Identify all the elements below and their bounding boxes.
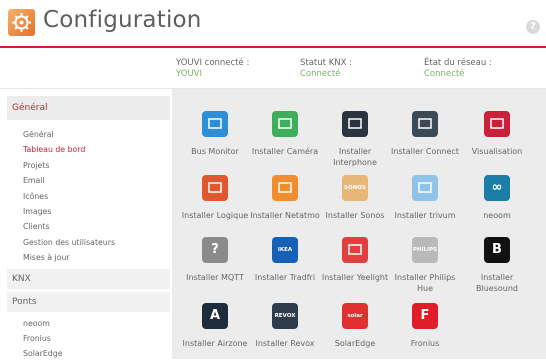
sidebar-item-email[interactable]: Email [7,173,170,188]
app-tile-label: Installer Philips Hue [394,273,456,293]
sidebar-item-icons[interactable]: Icônes [7,189,170,204]
camera-icon [272,111,298,137]
app-tile[interactable]: PHILIPS Installer Philips Hue [388,237,462,294]
sidebar-item-fronius[interactable]: Fronius [7,331,170,346]
app-tile[interactable]: Visualisation [460,111,534,157]
app-tile-label: Installer Tradfri [254,273,316,282]
status-knx: Statut KNX : Connecté [300,58,352,80]
visualisation-icon [484,111,510,137]
app-tile[interactable]: SONOS Installer Sonos [318,175,392,221]
icon-glyph: ? [211,242,219,257]
app-tile-label: Installer Interphone [333,147,377,167]
sidebar-item-images[interactable]: Images [7,204,170,219]
page-title: Configuration [43,7,202,33]
question-icon: ? [202,237,228,263]
app-tile-label: SolarEdge [334,339,376,348]
app-tile-label: Installer Connect [391,147,459,156]
sidebar-section-bridges[interactable]: Ponts [7,291,170,312]
sidebar-item-dashboard[interactable]: Tableau de bord [7,142,170,157]
app-tile[interactable]: Installer Yeelight [318,237,392,283]
app-tile[interactable]: Installer trivum [388,175,462,221]
bluesound-icon: B [484,237,510,263]
icon-glyph: PHILIPS [412,247,438,253]
sidebar-item-updates[interactable]: Mises à jour [7,250,170,265]
revox-icon: REVOX [272,303,298,329]
icon-glyph: F [420,308,430,323]
app-tile-label: Installer Caméra [251,147,319,156]
app-tile[interactable]: ∞ neoom [460,175,534,221]
status-value: Connecté [424,69,465,79]
monitor-icon [202,111,228,137]
app-tile[interactable]: Installer Connect [388,111,462,157]
app-tile[interactable]: Installer Logique [178,175,252,221]
app-tile-label: Installer Netatmo [250,211,320,220]
icon-glyph: IKEA [277,247,293,253]
app-tile-label: Installer Bluesound [476,273,518,293]
neoom-icon: ∞ [484,175,510,201]
sidebar-section-general[interactable]: Général [7,96,170,120]
network-icon [412,111,438,137]
app-tile-label: Installer Sonos [325,211,385,220]
header-divider [0,46,546,48]
app-tile[interactable]: A Installer Airzone [178,303,252,349]
app-tile[interactable]: ? Installer MQTT [178,237,252,283]
app-tile-label: Installer Logique [181,211,249,220]
app-tile[interactable]: REVOX Installer Revox [248,303,322,349]
icon-glyph: A [209,308,221,323]
app-tile-label: Installer MQTT [186,273,244,282]
app-tile-label: Installer trivum [394,211,456,220]
app-tile[interactable]: Installer Netatmo [248,175,322,221]
status-label: YOUVI connecté : [176,58,250,68]
title-bar: Configuration ? [0,0,546,44]
sidebar-item-general[interactable]: Général [7,127,170,142]
logic-icon [202,175,228,201]
philips-hue-icon: PHILIPS [412,237,438,263]
app-tile[interactable]: solar SolarEdge [318,303,392,349]
icon-glyph: B [492,242,502,257]
ikea-icon: IKEA [272,237,298,263]
status-bar: YOUVI connecté : YOUVI Statut KNX : Conn… [0,50,546,89]
airzone-icon: A [202,303,228,329]
sidebar-section-knx[interactable]: KNX [7,268,170,289]
yeelight-icon [342,237,368,263]
status-label: Statut KNX : [300,58,353,68]
sidebar: Général Général Tableau de bord Projets … [7,89,170,359]
app-tile-label: Installer Airzone [182,339,248,348]
icon-glyph: REVOX [274,313,296,319]
sidebar-item-user-management[interactable]: Gestion des utilisateurs [7,235,170,250]
icon-glyph: solar [347,313,363,319]
sidebar-item-projects[interactable]: Projets [7,158,170,173]
status-value: YOUVI [176,69,202,79]
app-tile-label: Visualisation [471,147,523,156]
app-tile[interactable]: Installer Caméra [248,111,322,157]
sidebar-item-solaredge[interactable]: SolarEdge [7,346,170,361]
app-tile[interactable]: F Fronius [388,303,462,349]
app-tile-label: Bus Monitor [191,147,239,156]
sidebar-item-clients[interactable]: Clients [7,219,170,234]
status-label: État du réseau : [424,58,492,68]
trivum-icon [412,175,438,201]
status-network: État du réseau : Connecté [424,58,492,80]
app-tile[interactable]: Bus Monitor [178,111,252,157]
interphone-icon [342,111,368,137]
app-tile-label: neoom [483,211,511,220]
app-tile[interactable]: Installer Interphone [318,111,392,168]
icon-glyph: ∞ [491,180,503,195]
netatmo-icon [272,175,298,201]
solaredge-icon: solar [342,303,368,329]
sidebar-item-neoom[interactable]: neoom [7,316,170,331]
app-tile[interactable]: IKEA Installer Tradfri [248,237,322,283]
status-youvi: YOUVI connecté : YOUVI [176,58,249,80]
status-value: Connecté [300,69,341,79]
help-icon[interactable]: ? [526,20,540,34]
configuration-icon [8,9,35,36]
app-tile-label: Fronius [410,339,440,348]
app-tile[interactable]: B Installer Bluesound [460,237,534,294]
icon-glyph: SONOS [344,185,366,191]
sonos-icon: SONOS [342,175,368,201]
app-grid: Bus Monitor Installer Caméra Installer Int… [172,89,546,359]
app-tile-label: Installer Yeelight [321,273,389,282]
fronius-icon: F [412,303,438,329]
app-tile-label: Installer Revox [255,339,315,348]
